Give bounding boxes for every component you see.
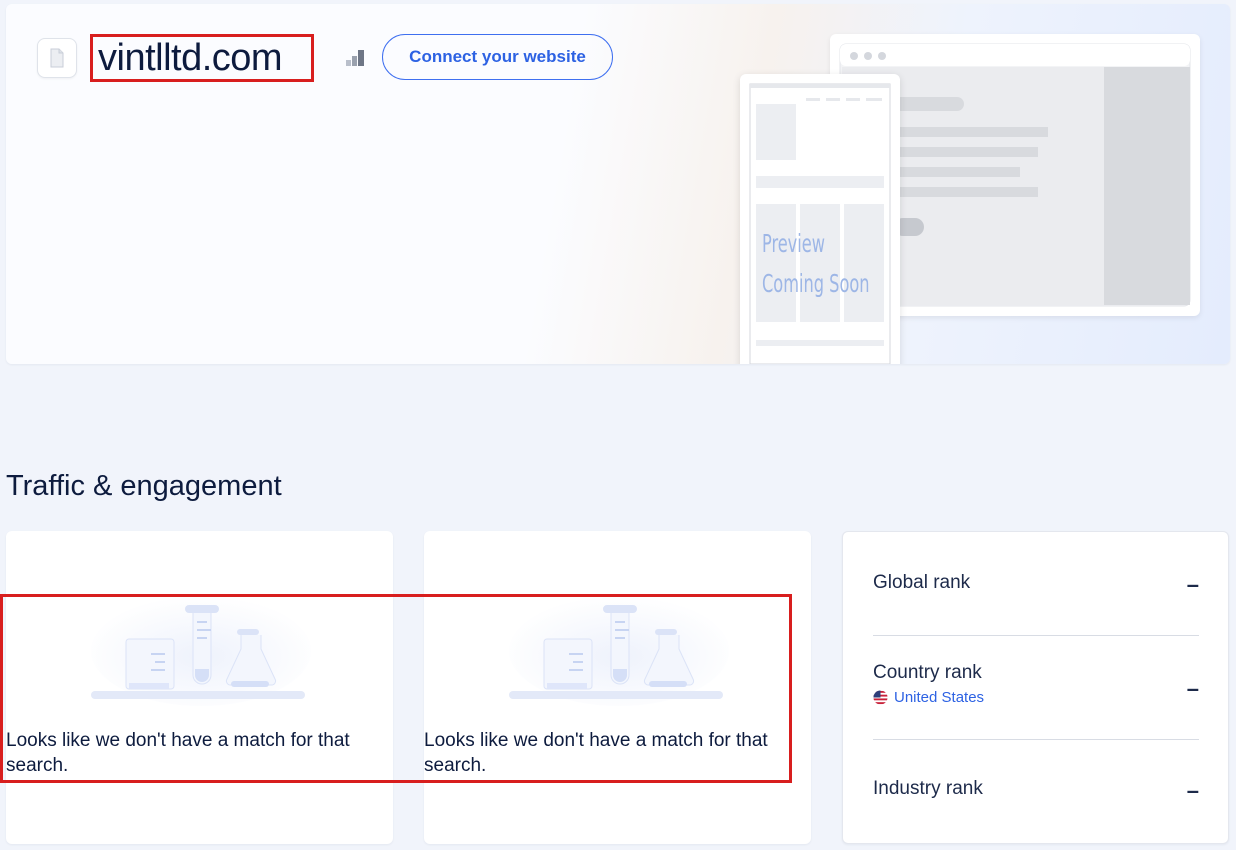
divider: [873, 739, 1199, 740]
section-title: Traffic & engagement: [6, 470, 282, 502]
country-rank-row: Country rank United States –: [873, 662, 1199, 706]
empty-state-message: Looks like we don't have a match for tha…: [424, 730, 768, 776]
signal-bars-icon: [346, 50, 364, 66]
global-rank-value: –: [1186, 572, 1199, 597]
country-link[interactable]: United States: [873, 689, 1199, 706]
lab-flasks-icon: [509, 596, 729, 706]
global-rank-label: Global rank: [873, 572, 971, 593]
divider: [873, 635, 1199, 636]
preview-coming-soon-text: Preview Coming Soon: [762, 229, 870, 298]
country-rank-label: Country rank: [873, 662, 982, 683]
country-name: United States: [894, 689, 985, 706]
industry-rank-value: –: [1186, 778, 1199, 803]
lab-flasks-icon: [91, 596, 311, 706]
mobile-preview-mockup: Preview Coming Soon: [740, 74, 900, 364]
industry-rank-row: Industry rank –: [873, 778, 1199, 803]
engagement-card-empty: Looks like we don't have a match for tha…: [424, 531, 811, 844]
connect-website-button[interactable]: Connect your website: [382, 34, 613, 80]
industry-rank-label: Industry rank: [873, 778, 983, 799]
rank-card: Global rank – Country rank United States…: [842, 531, 1229, 844]
page-icon: [37, 38, 77, 78]
traffic-card-empty: Looks like we don't have a match for tha…: [6, 531, 393, 844]
country-rank-value: –: [1186, 676, 1199, 701]
us-flag-icon: [873, 690, 888, 705]
empty-state-message: Looks like we don't have a match for tha…: [6, 730, 350, 776]
domain-title: vintlltd.com: [90, 34, 314, 82]
global-rank-row: Global rank –: [873, 572, 1199, 597]
site-header: vintlltd.com Connect your website Previe…: [6, 4, 1230, 364]
